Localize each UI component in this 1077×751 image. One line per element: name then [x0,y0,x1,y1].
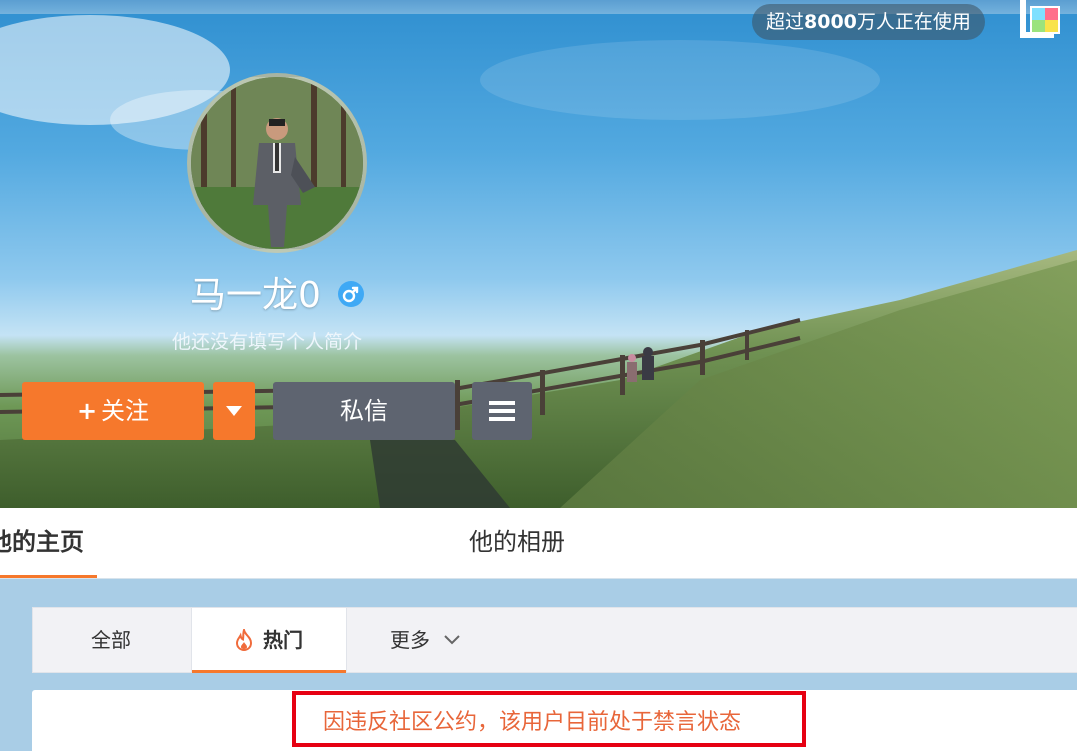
chevron-down-icon [444,635,461,645]
flame-icon [235,626,253,652]
user-count-badge: 超过8000万人正在使用 [752,4,985,40]
more-menu-button[interactable] [472,382,532,440]
filter-tab-hot-label: 热门 [263,628,303,652]
tab-home[interactable]: 他的主页 [0,508,97,578]
message-label: 私信 [340,397,388,425]
message-button[interactable]: 私信 [273,382,455,440]
tab-home-label: 他的主页 [0,528,84,556]
user-count-number: 8000 [804,11,857,33]
feed-filter-bar: 全部 热门 更多 [32,607,1077,673]
filter-tab-hot[interactable]: 热门 [191,608,347,673]
tab-active-indicator [0,575,97,578]
tab-album[interactable]: 他的相册 [469,508,565,578]
user-count-suffix: 万人正在使用 [856,11,971,33]
male-icon [338,281,364,307]
profile-nav: 他的主页 他的相册 [0,508,1077,579]
filter-tab-all[interactable]: 全部 [91,608,131,672]
plus-icon: + [76,397,98,425]
filter-tab-more[interactable]: 更多 [390,608,461,672]
avatar[interactable] [187,73,367,253]
follow-label: 关注 [101,397,150,425]
app-logo-icon[interactable] [1018,0,1064,44]
filter-active-indicator [192,670,346,673]
filter-tab-more-label: 更多 [390,628,430,652]
avatar-photo [191,77,363,249]
user-count-prefix: 超过 [766,11,805,33]
profile-cover: 超过8000万人正在使用 马一龙0 他还没有填写个人简介 + 关注 私信 [0,0,1077,508]
profile-bio: 他还没有填写个人简介 [172,331,363,353]
ban-notice: 因违反社区公约，该用户目前处于禁言状态 [323,710,742,735]
hamburger-icon [489,401,515,421]
profile-name: 马一龙0 [190,275,321,316]
follow-button[interactable]: + 关注 [22,382,204,440]
caret-down-icon [226,406,242,416]
follow-dropdown-button[interactable] [213,382,255,440]
